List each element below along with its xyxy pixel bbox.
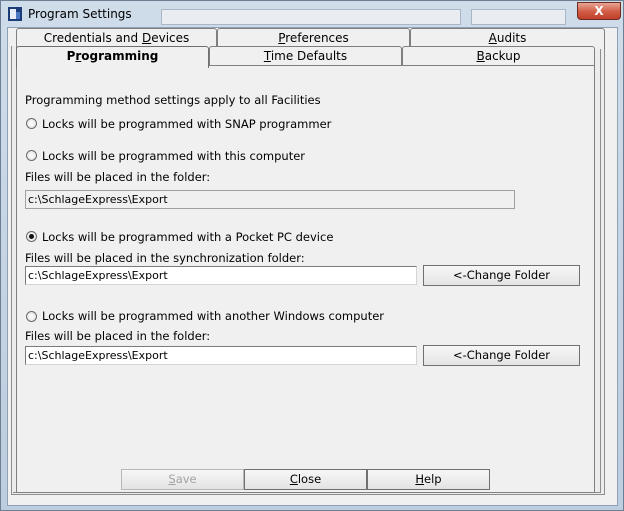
app-icon bbox=[8, 7, 22, 21]
this-computer-radio[interactable] bbox=[26, 150, 37, 161]
computer-folder-label: Files will be placed in the folder: bbox=[25, 170, 211, 184]
tab-programming[interactable]: Programming bbox=[16, 46, 209, 68]
window-title: Program Settings bbox=[28, 7, 132, 21]
background-window-strip bbox=[471, 9, 566, 25]
save-button[interactable]: Save bbox=[121, 469, 244, 490]
snap-programmer-radio[interactable] bbox=[26, 118, 37, 129]
snap-programmer-label[interactable]: Locks will be programmed with SNAP progr… bbox=[42, 117, 331, 131]
pocket-pc-radio[interactable] bbox=[26, 231, 37, 242]
close-icon: X bbox=[594, 4, 604, 18]
this-computer-label[interactable]: Locks will be programmed with this compu… bbox=[42, 149, 305, 163]
close-button[interactable]: Close bbox=[244, 469, 367, 490]
tab-backup[interactable]: Backup bbox=[402, 46, 595, 67]
tab-time-defaults[interactable]: Time Defaults bbox=[209, 46, 402, 67]
programming-tab-panel: Programming method settings apply to all… bbox=[16, 65, 595, 493]
windows-folder-label: Files will be placed in the folder: bbox=[25, 329, 211, 343]
sync-folder-label: Files will be placed in the synchronizat… bbox=[25, 251, 305, 265]
windows-computer-label[interactable]: Locks will be programmed with another Wi… bbox=[42, 309, 384, 323]
change-sync-folder-button[interactable]: <-Change Folder bbox=[423, 265, 580, 286]
background-window-strip bbox=[161, 9, 461, 25]
windows-folder-input[interactable]: c:\SchlageExpress\Export bbox=[25, 346, 417, 365]
sync-folder-input[interactable]: c:\SchlageExpress\Export bbox=[25, 266, 417, 285]
close-window-button[interactable]: X bbox=[577, 2, 621, 20]
intro-text: Programming method settings apply to all… bbox=[25, 93, 321, 107]
change-windows-folder-button[interactable]: <-Change Folder bbox=[423, 345, 580, 366]
help-button[interactable]: Help bbox=[367, 469, 490, 490]
computer-folder-field: c:\SchlageExpress\Export bbox=[25, 190, 515, 209]
windows-computer-radio[interactable] bbox=[26, 311, 37, 322]
pocket-pc-label[interactable]: Locks will be programmed with a Pocket P… bbox=[42, 230, 333, 244]
title-bar[interactable]: Program Settings X bbox=[1, 1, 623, 27]
program-settings-window: Program Settings X Credentials and Devic… bbox=[0, 0, 624, 511]
